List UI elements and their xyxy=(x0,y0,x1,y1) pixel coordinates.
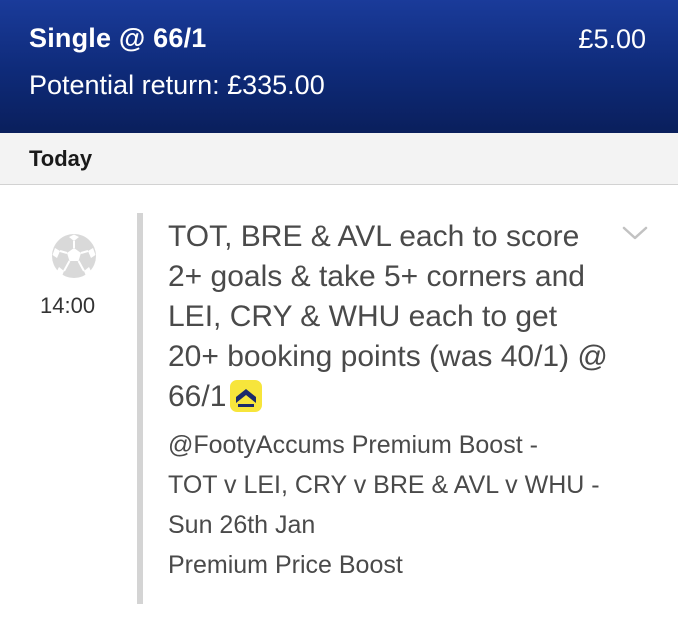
stake-amount: £5.00 xyxy=(578,24,646,54)
date-group-label: Today xyxy=(29,145,93,171)
market-line-3: Sun 26th Jan xyxy=(168,511,316,539)
football-icon xyxy=(52,234,96,278)
selection-text: TOT, BRE & AVL each to score 2+ goals & … xyxy=(168,217,608,417)
price-boost-icon xyxy=(230,380,263,412)
boost-type-label: Premium Price Boost xyxy=(168,551,403,579)
potential-return: Potential return: £335.00 xyxy=(29,70,325,100)
bet-type-odds: Single @ 66/1 xyxy=(29,23,207,53)
market-line-2: TOT v LEI, CRY v BRE & AVL v WHU - xyxy=(168,471,600,499)
chevron-down-icon[interactable] xyxy=(622,225,648,241)
leg-divider xyxy=(137,213,143,604)
market-line-1: @FootyAccums Premium Boost - xyxy=(168,431,538,459)
betslip-header: Single @ 66/1 £5.00 Potential return: £3… xyxy=(0,0,678,133)
date-group-header: Today xyxy=(0,133,678,185)
kickoff-time: 14:00 xyxy=(40,293,96,318)
market-description: @FootyAccums Premium Boost - TOT v LEI, … xyxy=(168,425,628,545)
bet-leg[interactable]: 14:00 TOT, BRE & AVL each to score 2+ go… xyxy=(0,185,678,632)
